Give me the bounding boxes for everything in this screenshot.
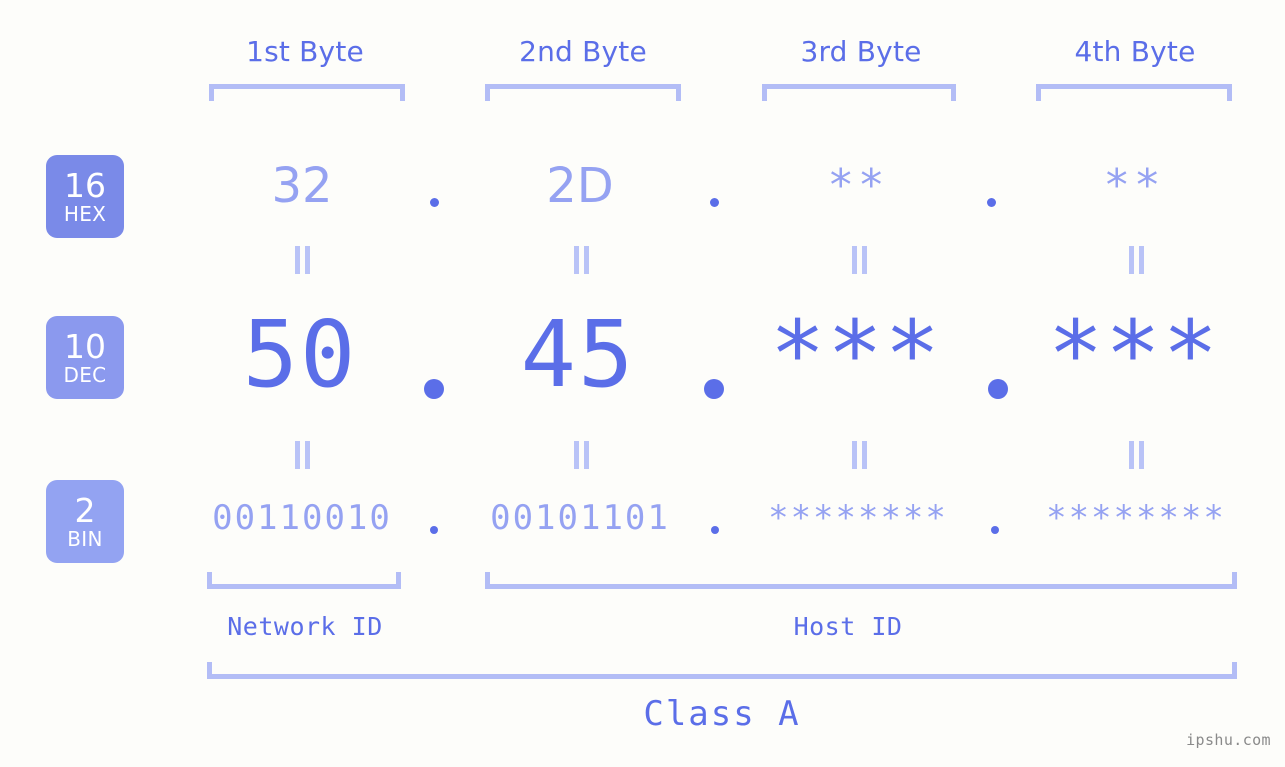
site-watermark: ipshu.com <box>1186 731 1271 749</box>
byte-header-1: 1st Byte <box>246 35 364 68</box>
equals-marker-hex-dec-2 <box>571 246 591 274</box>
equals-marker-dec-bin-4 <box>1126 441 1146 469</box>
byte-bracket-4 <box>1036 84 1232 101</box>
hex-separator-dot-3 <box>987 198 996 207</box>
byte-header-2: 2nd Byte <box>519 35 647 68</box>
bin-byte-3-value: ******** <box>768 498 948 538</box>
equals-marker-dec-bin-3 <box>849 441 869 469</box>
dec-byte-2-value: 45 <box>520 301 636 408</box>
bin-separator-dot-1 <box>430 526 438 534</box>
radix-badge-dec[interactable]: 10 DEC <box>46 316 124 399</box>
dec-separator-dot-1 <box>424 379 444 399</box>
equals-marker-dec-bin-1 <box>292 441 312 469</box>
radix-badge-hex-number: 16 <box>64 165 106 205</box>
byte-bracket-2 <box>485 84 681 101</box>
equals-marker-hex-dec-4 <box>1126 246 1146 274</box>
class-label: Class A <box>643 694 801 734</box>
hex-byte-4-value: ** <box>1103 160 1165 211</box>
equals-marker-dec-bin-2 <box>571 441 591 469</box>
dec-byte-4-value: *** <box>1047 301 1221 408</box>
byte-header-3: 3rd Byte <box>800 35 922 68</box>
hex-byte-1-value: 32 <box>271 158 333 214</box>
equals-marker-hex-dec-3 <box>849 246 869 274</box>
ip-byte-breakdown-diagram: 1st Byte 2nd Byte 3rd Byte 4th Byte 16 H… <box>0 0 1285 767</box>
hex-byte-3-value: ** <box>827 160 889 211</box>
radix-badge-dec-number: 10 <box>64 326 106 366</box>
bin-byte-1-value: 00110010 <box>212 498 392 538</box>
equals-marker-hex-dec-1 <box>292 246 312 274</box>
dec-separator-dot-2 <box>704 379 724 399</box>
radix-badge-bin[interactable]: 2 BIN <box>46 480 124 563</box>
bin-separator-dot-3 <box>991 526 999 534</box>
byte-header-4: 4th Byte <box>1074 35 1196 68</box>
byte-bracket-1 <box>209 84 405 101</box>
host-id-bracket <box>485 572 1237 589</box>
byte-bracket-3 <box>762 84 956 101</box>
hex-byte-2-value: 2D <box>546 158 614 214</box>
hex-separator-dot-1 <box>430 198 439 207</box>
bin-byte-2-value: 00101101 <box>490 498 670 538</box>
bin-separator-dot-2 <box>711 526 719 534</box>
dec-separator-dot-3 <box>988 379 1008 399</box>
host-id-label: Host ID <box>793 612 903 641</box>
bin-byte-4-value: ******** <box>1046 498 1226 538</box>
dec-byte-3-value: *** <box>769 301 943 408</box>
radix-badge-bin-label: BIN <box>67 526 103 551</box>
network-id-bracket <box>207 572 401 589</box>
radix-badge-hex[interactable]: 16 HEX <box>46 155 124 238</box>
radix-badge-hex-label: HEX <box>63 201 107 226</box>
radix-badge-dec-label: DEC <box>63 362 107 387</box>
hex-separator-dot-2 <box>710 198 719 207</box>
network-id-label: Network ID <box>227 612 383 641</box>
dec-byte-1-value: 50 <box>242 301 358 408</box>
radix-badge-bin-number: 2 <box>74 490 96 530</box>
class-bracket <box>207 662 1237 679</box>
